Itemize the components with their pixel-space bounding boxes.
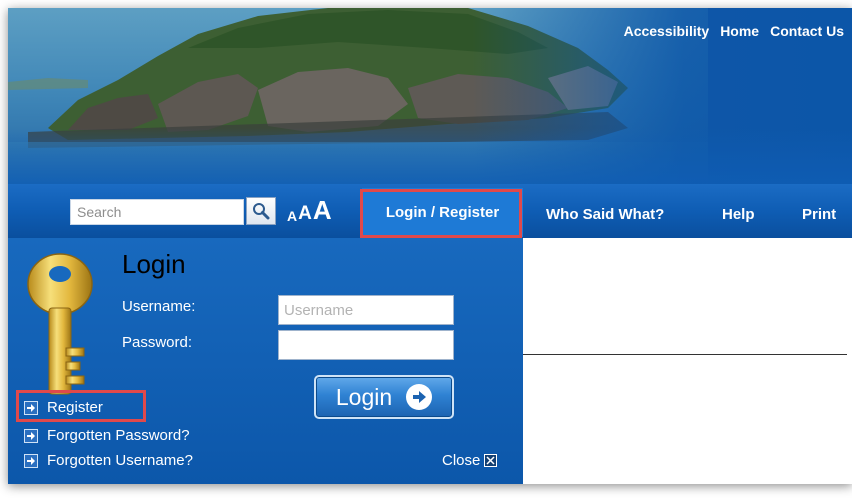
login-panel: Login Username: Password: Login Register… <box>8 238 523 484</box>
register-link-label: Register <box>47 399 103 416</box>
key-icon <box>27 253 93 395</box>
content-divider <box>523 354 847 355</box>
nav-help[interactable]: Help <box>722 206 755 223</box>
nav-print[interactable]: Print <box>802 206 836 223</box>
search-button[interactable] <box>246 197 276 225</box>
contact-us-link[interactable]: Contact Us <box>770 23 844 39</box>
arrow-right-icon <box>24 428 38 443</box>
search-icon <box>253 203 270 220</box>
font-size-medium-button[interactable]: A <box>298 204 312 223</box>
username-field[interactable] <box>278 295 454 325</box>
nav-who-said-what[interactable]: Who Said What? <box>546 206 664 223</box>
login-register-highlight[interactable] <box>360 189 522 238</box>
font-size-large-button[interactable]: A <box>313 197 332 223</box>
login-title: Login <box>122 249 186 279</box>
arrow-right-icon <box>24 400 38 415</box>
accessibility-link[interactable]: Accessibility <box>624 23 710 39</box>
header-banner: Accessibility Home Contact Us <box>8 8 852 184</box>
password-label: Password: <box>122 334 193 351</box>
forgotten-username-link[interactable]: Forgotten Username? <box>24 452 193 469</box>
close-label: Close <box>442 452 481 469</box>
arrow-right-icon <box>406 384 433 410</box>
page-frame: Accessibility Home Contact Us A A A Logi… <box>8 8 852 484</box>
arrow-right-icon <box>24 453 38 468</box>
register-link[interactable]: Register <box>24 399 103 416</box>
search-input[interactable] <box>70 199 244 225</box>
login-button[interactable]: Login <box>314 375 454 419</box>
username-label: Username: <box>122 298 196 315</box>
close-icon <box>484 454 498 467</box>
font-size-controls: A A A <box>287 193 332 223</box>
top-links: Accessibility Home Contact Us <box>624 23 844 39</box>
forgotten-password-link[interactable]: Forgotten Password? <box>24 427 190 444</box>
password-field[interactable] <box>278 330 454 360</box>
forgotten-password-label: Forgotten Password? <box>47 427 190 444</box>
close-button[interactable]: Close <box>442 452 498 469</box>
login-button-label: Login <box>335 383 393 410</box>
forgotten-username-label: Forgotten Username? <box>47 452 193 469</box>
home-link[interactable]: Home <box>720 23 759 39</box>
font-size-small-button[interactable]: A <box>287 209 297 223</box>
